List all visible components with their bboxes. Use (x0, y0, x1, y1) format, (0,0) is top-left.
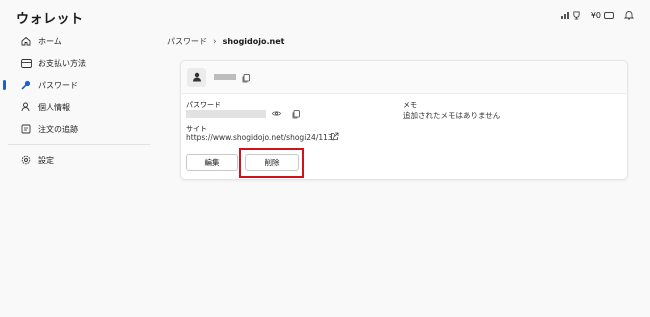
password-label: パスワード (186, 101, 221, 109)
gear-icon (20, 154, 32, 166)
balance-amount: ¥0 (590, 10, 601, 20)
sidebar-item-passwords[interactable]: パスワード (0, 74, 152, 96)
memo-label: メモ (403, 101, 417, 109)
sidebar-divider (8, 144, 150, 145)
rewards-button[interactable] (560, 10, 581, 20)
breadcrumb-current: shogidojo.net (222, 37, 285, 46)
sidebar: ホーム お支払い方法 パスワード 個人情報 注文の追跡 設定 (0, 30, 152, 171)
site-url: https://www.shogidojo.net/shogi24/113/ (186, 133, 336, 142)
bell-icon[interactable] (624, 10, 634, 20)
copy-username-icon[interactable] (242, 68, 250, 87)
package-icon (20, 123, 32, 135)
delete-highlight-box (239, 148, 304, 178)
balance-button[interactable]: ¥0 (591, 11, 614, 20)
sidebar-item-label: 個人情報 (38, 102, 70, 112)
sidebar-item-label: お支払い方法 (38, 58, 86, 68)
sidebar-item-label: 設定 (38, 155, 54, 165)
username-redacted (214, 74, 236, 80)
sidebar-item-label: ホーム (38, 36, 62, 46)
trophy-icon (573, 10, 580, 20)
breadcrumb: パスワード › shogidojo.net (167, 36, 284, 47)
topbar-actions: ¥0 (560, 0, 650, 30)
person-icon (20, 101, 32, 113)
password-redacted (186, 110, 266, 118)
breadcrumb-parent[interactable]: パスワード (167, 36, 207, 47)
sidebar-item-label: パスワード (38, 80, 78, 90)
sidebar-item-order-tracking[interactable]: 注文の追跡 (0, 118, 152, 140)
external-link-icon[interactable] (330, 132, 339, 141)
account-avatar (187, 67, 206, 87)
signal-bars-icon (560, 11, 569, 19)
copy-password-icon[interactable] (292, 110, 300, 119)
card-header (181, 61, 627, 94)
sidebar-item-home[interactable]: ホーム (0, 30, 152, 52)
eye-icon[interactable] (272, 110, 281, 117)
sidebar-item-label: 注文の追跡 (38, 124, 78, 134)
sidebar-item-settings[interactable]: 設定 (0, 149, 152, 171)
home-icon (20, 35, 32, 47)
app-title: ウォレット (16, 12, 84, 27)
wallet-icon (604, 11, 614, 19)
edit-button[interactable]: 編集 (186, 154, 238, 171)
memo-value: 追加されたメモはありません (403, 111, 501, 120)
key-icon (20, 79, 32, 91)
card-icon (20, 57, 32, 69)
sidebar-item-personal-info[interactable]: 個人情報 (0, 96, 152, 118)
sidebar-item-payment-methods[interactable]: お支払い方法 (0, 52, 152, 74)
person-icon (192, 72, 201, 82)
chevron-right-icon: › (213, 36, 217, 47)
